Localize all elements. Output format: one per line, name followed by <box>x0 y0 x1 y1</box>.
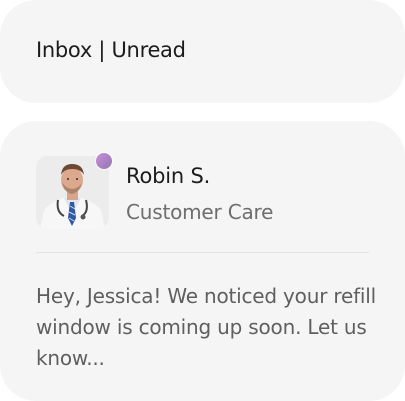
unread-status-dot <box>96 153 112 169</box>
divider <box>36 252 369 253</box>
sender-name: Robin S. <box>126 164 211 188</box>
sender-role: Customer Care <box>126 200 274 224</box>
inbox-header-card[interactable]: Inbox | Unread <box>0 0 405 103</box>
sender-avatar-container[interactable] <box>36 153 112 229</box>
inbox-title: Inbox | Unread <box>36 38 186 62</box>
message-card[interactable]: Robin S. Customer Care Hey, Jessica! We … <box>0 121 405 401</box>
message-preview: Hey, Jessica! We noticed your refill win… <box>36 284 376 370</box>
